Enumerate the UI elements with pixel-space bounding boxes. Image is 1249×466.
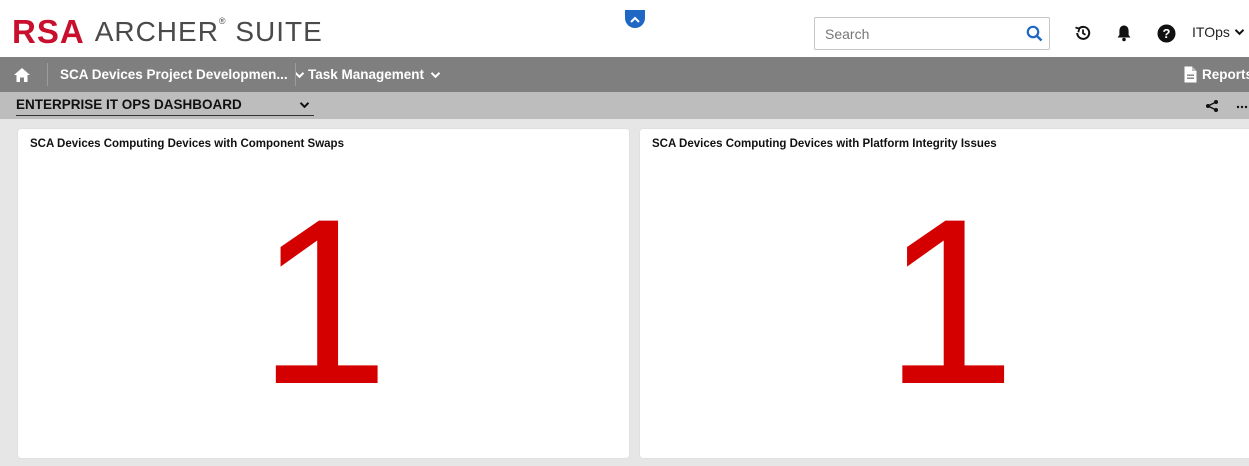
bell-icon[interactable] (1113, 22, 1135, 44)
rsa-archer-logo[interactable]: RSA ARCHER® SUITE (12, 13, 323, 50)
logo-brand: RSA (12, 13, 85, 50)
chevron-down-icon (1234, 29, 1245, 36)
nav-item-label: SCA Devices Project Developmen... (60, 67, 288, 82)
nav-divider (295, 63, 296, 86)
dashboard-content: SCA Devices Computing Devices with Compo… (0, 119, 1249, 466)
global-search[interactable] (814, 17, 1050, 50)
chevron-down-icon (299, 102, 310, 109)
main-navigation: SCA Devices Project Developmen... Task M… (0, 57, 1249, 92)
logo-product: ARCHER® SUITE (94, 16, 323, 47)
document-icon (1184, 66, 1197, 83)
chevron-down-icon (430, 71, 441, 78)
card-title: SCA Devices Computing Devices with Compo… (30, 138, 344, 150)
nav-item-task-management[interactable]: Task Management (308, 67, 441, 82)
share-icon[interactable] (1205, 99, 1219, 113)
reports-button[interactable]: Reports (1184, 66, 1249, 83)
home-icon[interactable] (10, 65, 34, 85)
nav-item-sca-devices[interactable]: SCA Devices Project Developmen... (60, 67, 305, 82)
collapse-header-button[interactable] (625, 10, 645, 28)
help-icon[interactable]: ? (1155, 22, 1177, 44)
reports-label: Reports (1202, 67, 1249, 82)
search-input[interactable] (815, 18, 1019, 49)
dashboard-card[interactable]: SCA Devices Computing Devices with Compo… (18, 129, 629, 458)
app-header: RSA ARCHER® SUITE ? ITOps (0, 0, 1249, 57)
user-name: ITOps (1192, 24, 1230, 40)
card-title: SCA Devices Computing Devices with Platf… (652, 138, 997, 150)
card-value: 1 (884, 170, 1016, 434)
history-icon[interactable] (1072, 22, 1094, 44)
nav-divider (47, 63, 48, 86)
chevron-up-icon (630, 16, 640, 23)
dashboard-toolbar: ENTERPRISE IT OPS DASHBOARD (0, 92, 1249, 119)
svg-text:?: ? (1162, 26, 1170, 41)
dashboard-card[interactable]: SCA Devices Computing Devices with Platf… (640, 129, 1249, 458)
nav-item-label: Task Management (308, 67, 425, 82)
search-icon[interactable] (1019, 19, 1049, 49)
dashboard-name: ENTERPRISE IT OPS DASHBOARD (16, 97, 242, 112)
more-icon[interactable] (1236, 97, 1248, 114)
dashboard-selector[interactable]: ENTERPRISE IT OPS DASHBOARD (16, 97, 314, 116)
user-menu[interactable]: ITOps (1192, 24, 1245, 40)
card-value: 1 (257, 170, 390, 434)
